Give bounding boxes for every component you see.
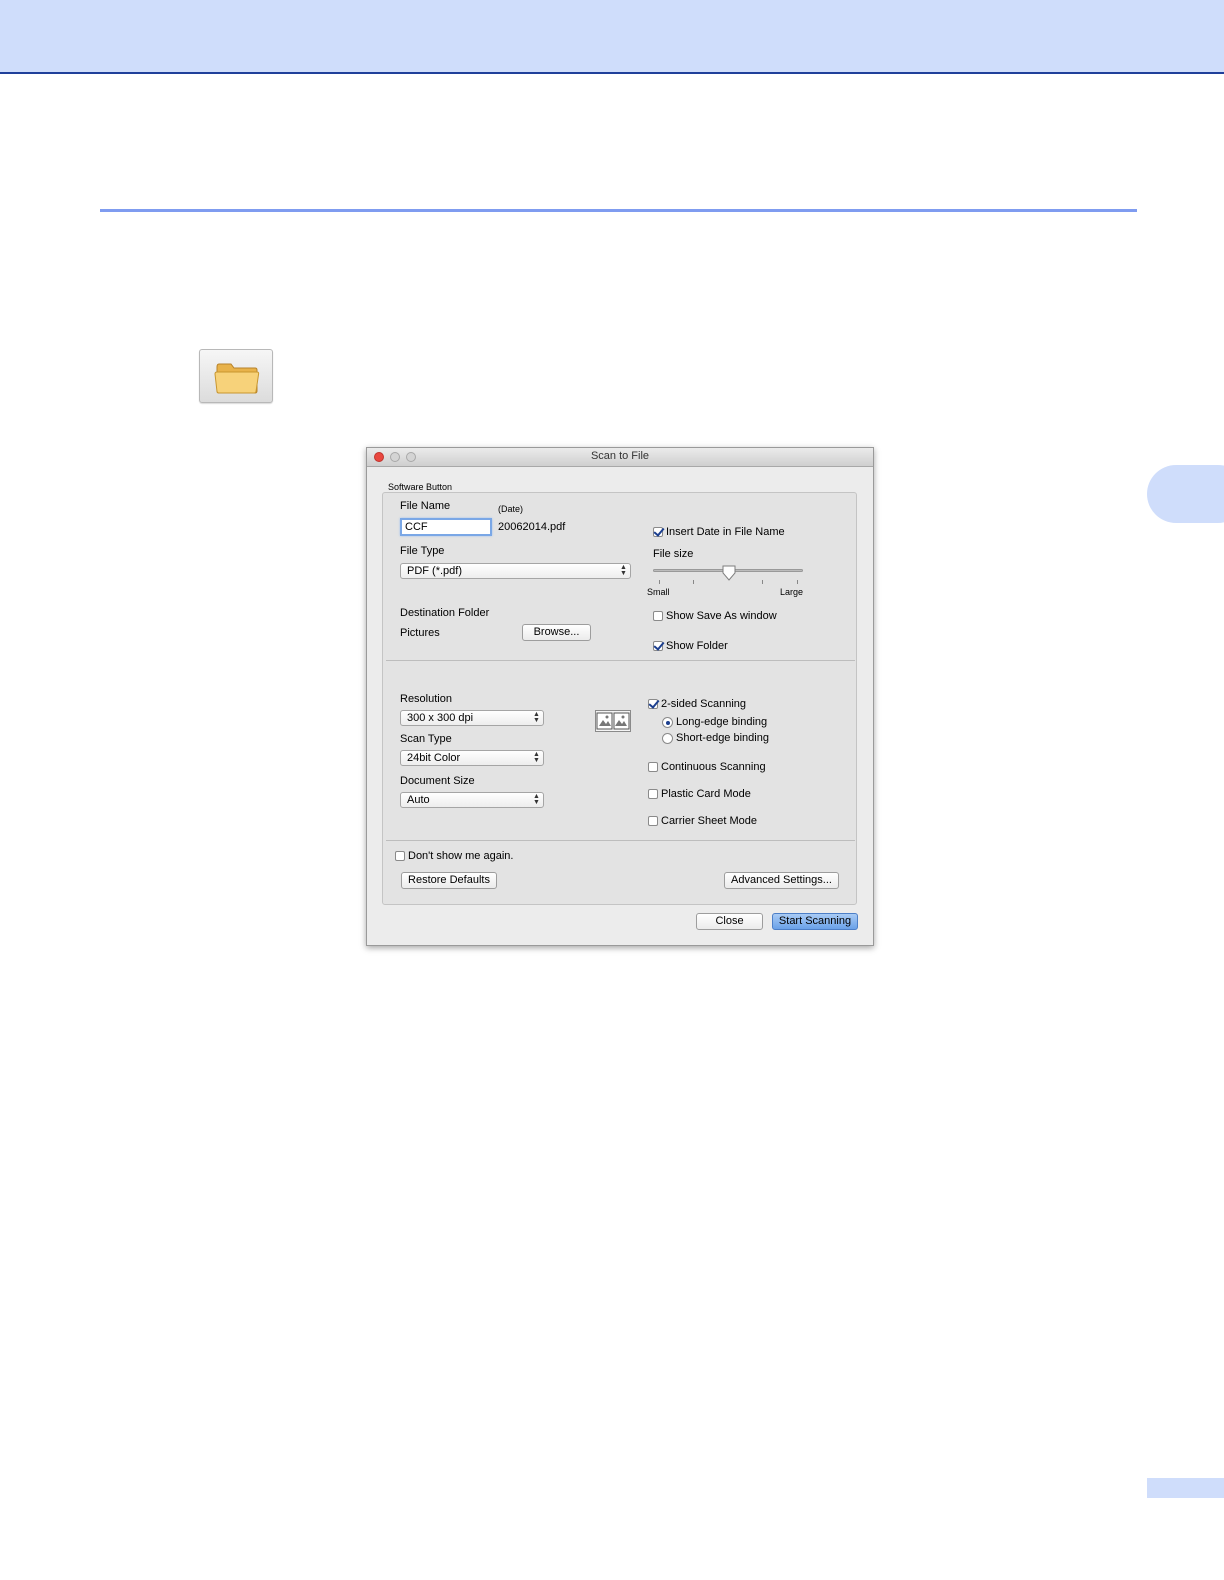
scan-to-file-button[interactable]: [199, 349, 273, 403]
insert-date-label: Insert Date in File Name: [666, 526, 785, 538]
destination-folder-label: Destination Folder: [400, 607, 490, 619]
document-size-label: Document Size: [400, 775, 475, 787]
file-name-label: File Name: [400, 500, 451, 512]
file-name-suffix: 20062014.pdf: [498, 521, 566, 533]
two-sided-scanning-label: 2-sided Scanning: [661, 698, 747, 710]
file-size-large-label: Large: [780, 587, 804, 597]
file-type-label: File Type: [400, 545, 445, 557]
file-size-small-label: Small: [647, 587, 670, 597]
continuous-scanning-label: Continuous Scanning: [661, 761, 766, 773]
short-edge-binding-radio[interactable]: [662, 733, 673, 744]
carrier-sheet-mode-checkbox[interactable]: [648, 816, 658, 826]
show-folder-label: Show Folder: [666, 640, 728, 652]
show-folder-checkbox[interactable]: [653, 641, 663, 651]
group-separator: [386, 660, 855, 661]
destination-folder-value: Pictures: [400, 627, 440, 639]
page-header-band: [0, 0, 1224, 74]
close-button[interactable]: Close: [696, 913, 763, 930]
date-label: (Date): [498, 504, 524, 514]
browse-button[interactable]: Browse...: [522, 624, 591, 641]
scan-type-value: 24bit Color: [407, 752, 461, 764]
dont-show-again-label: Don't show me again.: [408, 850, 514, 862]
slider-tick: [693, 580, 694, 584]
start-scanning-button[interactable]: Start Scanning: [772, 913, 858, 930]
carrier-sheet-mode-label: Carrier Sheet Mode: [661, 815, 757, 827]
advanced-settings-button[interactable]: Advanced Settings...: [724, 872, 839, 889]
slider-tick: [762, 580, 763, 584]
resolution-value: 300 x 300 dpi: [407, 712, 474, 724]
restore-defaults-button[interactable]: Restore Defaults: [401, 872, 497, 889]
file-type-select[interactable]: PDF (*.pdf) ▲ ▼: [400, 563, 631, 579]
settings-group: [382, 492, 857, 905]
file-type-value: PDF (*.pdf): [407, 565, 463, 577]
folder-icon: [214, 363, 260, 394]
show-save-as-checkbox[interactable]: [653, 611, 663, 621]
file-name-input[interactable]: CCF: [400, 518, 492, 536]
window-title: Scan to File: [590, 450, 650, 462]
continuous-scanning-checkbox[interactable]: [648, 762, 658, 772]
dont-show-again-checkbox[interactable]: [395, 851, 405, 861]
group-separator: [386, 840, 855, 841]
slider-knob-icon[interactable]: [722, 565, 736, 581]
scan-type-select[interactable]: 24bit Color ▲ ▼: [400, 750, 544, 766]
show-save-as-label: Show Save As window: [666, 610, 777, 622]
insert-date-checkbox[interactable]: [653, 527, 663, 537]
document-size-value: Auto: [407, 794, 430, 806]
resolution-select[interactable]: 300 x 300 dpi ▲ ▼: [400, 710, 544, 726]
short-edge-binding-label: Short-edge binding: [676, 732, 769, 744]
plastic-card-mode-label: Plastic Card Mode: [661, 788, 751, 800]
select-arrows-icon: ▲ ▼: [620, 564, 627, 577]
chapter-side-tab: [1147, 465, 1224, 523]
document-size-select[interactable]: Auto ▲ ▼: [400, 792, 544, 808]
select-arrows-icon: ▲ ▼: [533, 711, 540, 724]
file-size-label: File size: [653, 548, 694, 560]
resolution-label: Resolution: [400, 693, 452, 705]
section-divider: [100, 209, 1137, 212]
long-edge-binding-label: Long-edge binding: [676, 716, 768, 728]
plastic-card-mode-checkbox[interactable]: [648, 789, 658, 799]
duplex-scan-icon: [595, 710, 631, 732]
slider-tick: [797, 580, 798, 584]
select-arrows-icon: ▲ ▼: [533, 751, 540, 764]
scan-to-file-dialog: Scan to File Software Button File Name (…: [366, 447, 874, 946]
two-sided-scanning-checkbox[interactable]: [648, 699, 658, 709]
scan-type-label: Scan Type: [400, 733, 452, 745]
title-bar: Scan to File: [367, 448, 873, 467]
long-edge-binding-radio[interactable]: [662, 717, 673, 728]
select-arrows-icon: ▲ ▼: [533, 793, 540, 806]
slider-tick: [659, 580, 660, 584]
page-number-tab: [1147, 1478, 1224, 1498]
